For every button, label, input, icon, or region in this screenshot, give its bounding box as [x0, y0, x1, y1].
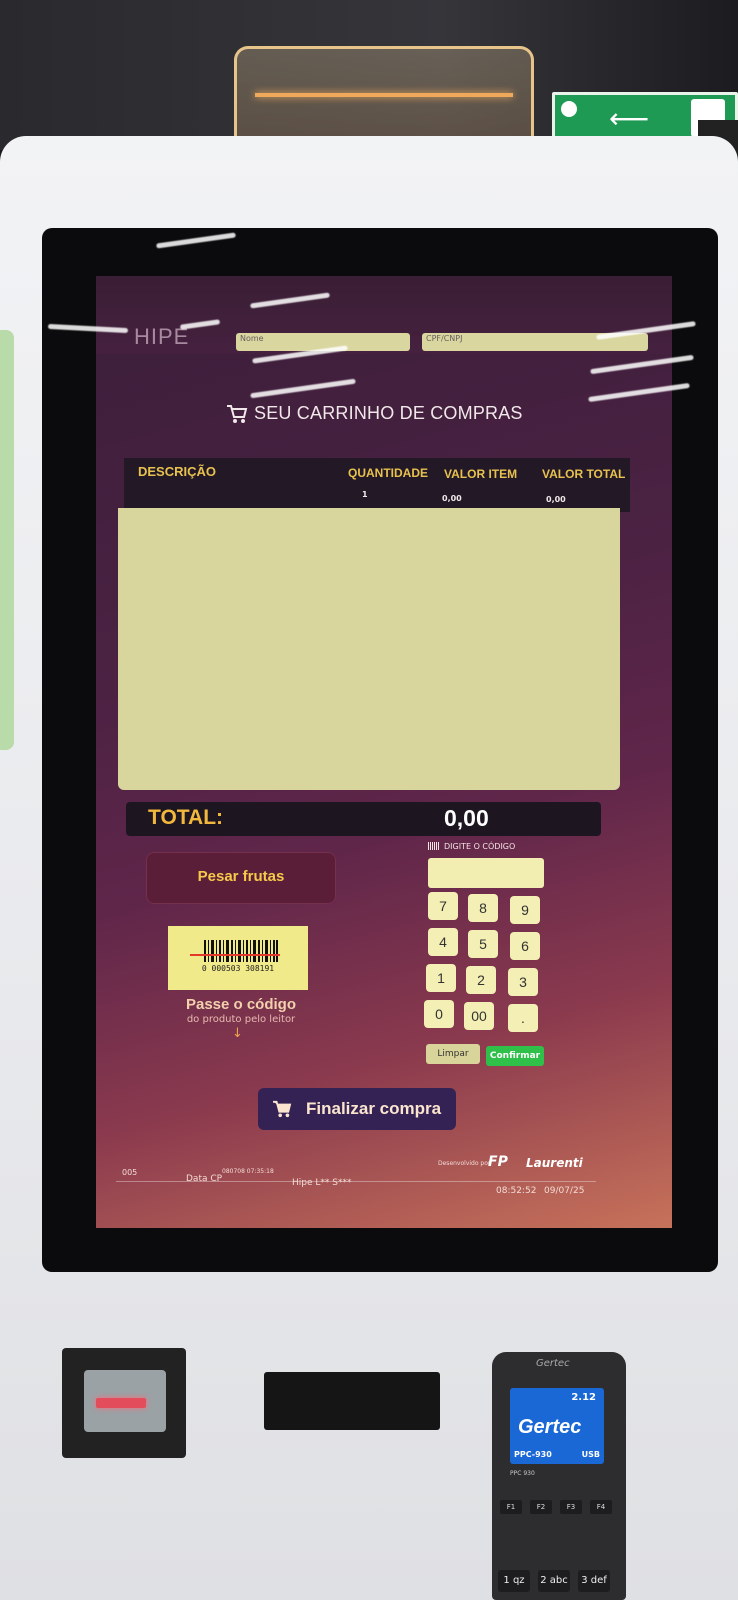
- code-input-label: DIGITE O CÓDIGO: [444, 842, 516, 851]
- row-quantity: 1: [362, 490, 368, 499]
- pinpad-model-small: PPC 930: [510, 1470, 535, 1477]
- finish-purchase-button[interactable]: Finalizar compra: [258, 1088, 456, 1130]
- key-00[interactable]: 00: [464, 1002, 494, 1030]
- footer-time: 08:52:52: [496, 1186, 537, 1196]
- key-7[interactable]: 7: [428, 892, 458, 920]
- key-2[interactable]: 2: [466, 966, 496, 994]
- pinpad-terminal[interactable]: Gertec 2.12 Gertec PPC-930 USB PPC 930 F…: [492, 1352, 626, 1600]
- exit-sign-logo-icon: [561, 101, 577, 117]
- key-3[interactable]: 3: [508, 968, 538, 996]
- cart-items-list[interactable]: [118, 508, 620, 790]
- arrow-left-icon: ⟵: [609, 102, 650, 135]
- weigh-fruits-label: Pesar frutas: [197, 868, 285, 885]
- cart-title: SEU CARRINHO DE COMPRAS: [254, 403, 523, 423]
- key-8[interactable]: 8: [468, 894, 498, 922]
- row-total-value: 0,00: [546, 495, 566, 504]
- terminal-id: 005: [122, 1168, 138, 1177]
- pinpad-f3-key[interactable]: F3: [560, 1500, 582, 1514]
- pinpad-brand: Gertec: [536, 1358, 570, 1369]
- total-value: 0,00: [444, 805, 489, 831]
- key-6[interactable]: 6: [510, 932, 540, 960]
- key-5[interactable]: 5: [468, 930, 498, 958]
- pinpad-model: PPC-930: [514, 1450, 552, 1459]
- total-label: TOTAL:: [148, 806, 224, 829]
- data-cp-label: Data CP: [186, 1174, 223, 1184]
- kiosk-side-light: [0, 330, 14, 750]
- card-reader[interactable]: [62, 1348, 186, 1458]
- weigh-fruits-button[interactable]: Pesar frutas: [146, 852, 336, 904]
- col-description: DESCRIÇÃO: [138, 464, 217, 479]
- barcode-illustration: 0 000503 308191: [168, 926, 308, 990]
- pinpad-screen-brand: Gertec: [518, 1416, 582, 1438]
- pinpad-key-3[interactable]: 3 def: [578, 1570, 610, 1592]
- key-dot[interactable]: .: [508, 1004, 538, 1032]
- ceiling-lamp: [234, 46, 534, 138]
- barcode-icon: [204, 940, 278, 962]
- key-1[interactable]: 1: [426, 964, 456, 992]
- fp-logo: FP: [488, 1154, 508, 1170]
- col-item-value: VALOR ITEM: [444, 467, 518, 481]
- code-input[interactable]: [428, 858, 544, 888]
- laurenti-logo: Laurenti: [526, 1156, 583, 1170]
- cpf-field-label: CPF/CNPJ: [426, 334, 463, 343]
- card-reader-led: [96, 1398, 146, 1408]
- pinpad-key-1[interactable]: 1 qz: [498, 1570, 530, 1592]
- data-cp-value: 080708 07:35:18: [222, 1168, 274, 1175]
- col-total-value: VALOR TOTAL: [542, 467, 626, 481]
- cart-icon: [227, 405, 248, 423]
- pinpad-key-2[interactable]: 2 abc: [538, 1570, 570, 1592]
- store-name: Hipe L** S***: [292, 1178, 352, 1188]
- pinpad-f2-key[interactable]: F2: [530, 1500, 552, 1514]
- pinpad-f4-key[interactable]: F4: [590, 1500, 612, 1514]
- clear-button[interactable]: Limpar: [426, 1044, 480, 1064]
- col-quantity: QUANTIDADE: [348, 466, 428, 480]
- pinpad-screen-number: 2.12: [571, 1392, 596, 1403]
- key-9[interactable]: 9: [510, 896, 540, 924]
- footer-date: 09/07/25: [544, 1186, 585, 1196]
- barcode-small-icon: [428, 842, 440, 850]
- pinpad-screen: 2.12 Gertec PPC-930 USB: [510, 1388, 604, 1464]
- finish-purchase-label: Finalizar compra: [306, 1099, 442, 1118]
- scan-instruction-title: Passe o código: [185, 996, 297, 1013]
- receipt-printer-slot: [264, 1372, 440, 1430]
- row-item-value: 0,00: [442, 494, 462, 503]
- confirm-button[interactable]: Confirmar: [486, 1046, 544, 1066]
- cart-table-header: DESCRIÇÃO QUANTIDADE VALOR ITEM VALOR TO…: [124, 458, 630, 512]
- cart-icon: [273, 1100, 292, 1118]
- pinpad-connection: USB: [581, 1450, 600, 1459]
- pinpad-f1-key[interactable]: F1: [500, 1500, 522, 1514]
- developed-by-label: Desenvolvido por: [438, 1160, 491, 1167]
- key-4[interactable]: 4: [428, 928, 458, 956]
- barcode-number: 0 000503 308191: [201, 964, 275, 973]
- key-0[interactable]: 0: [424, 1000, 454, 1028]
- total-bar: TOTAL: 0,00: [126, 802, 601, 836]
- name-field-label: Nome: [240, 334, 264, 343]
- arrow-down-icon: ↓: [232, 1026, 243, 1041]
- scan-instruction-subtitle: do produto pelo leitor: [186, 1014, 296, 1025]
- kiosk-screen: HIPE Nome CPF/CNPJ SEU CARRINHO DE COMPR…: [96, 276, 672, 1228]
- scanner-laser-line: [190, 954, 280, 956]
